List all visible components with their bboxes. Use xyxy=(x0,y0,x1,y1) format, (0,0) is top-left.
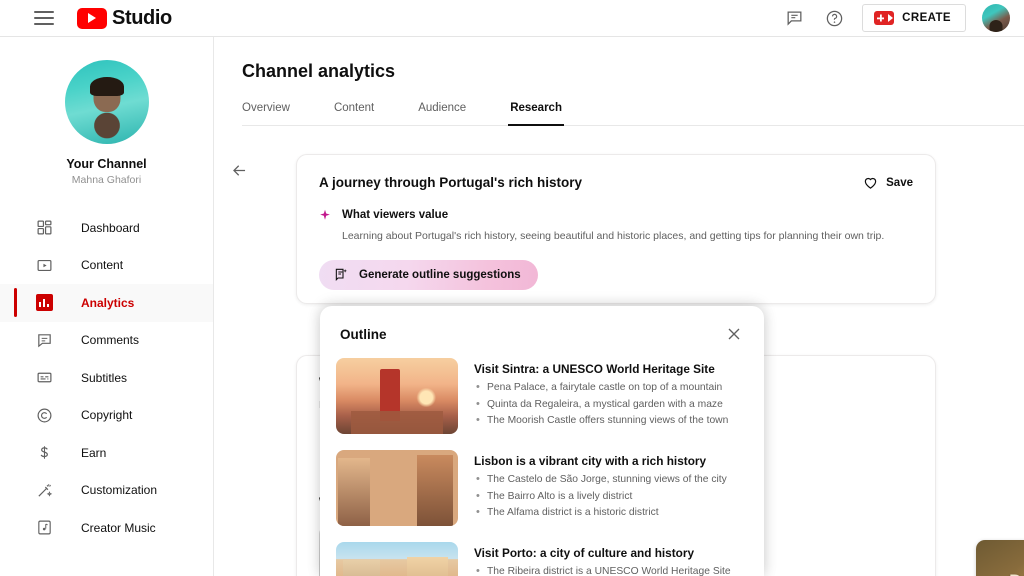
sidebar-label: Copyright xyxy=(81,408,132,422)
dashboard-grid-icon xyxy=(34,218,54,238)
sidebar-label: Dashboard xyxy=(81,221,140,235)
close-x-icon[interactable] xyxy=(724,324,744,344)
sidebar-label: Content xyxy=(81,258,123,272)
channel-owner-name: Mahna Ghafori xyxy=(0,174,213,186)
outline-section-heading: Visit Sintra: a UNESCO World Heritage Si… xyxy=(474,362,728,376)
insight-card: A journey through Portugal's rich histor… xyxy=(296,154,936,304)
video-camera-plus-icon xyxy=(874,11,894,25)
outline-section-body: Visit Porto: a city of culture and histo… xyxy=(474,542,731,576)
document-sparkle-icon xyxy=(333,267,349,283)
outline-bullet: The Bairro Alto is a lively district xyxy=(474,489,727,506)
outline-section-list: Visit Sintra: a UNESCO World Heritage Si… xyxy=(320,344,764,576)
studio-wordmark: Studio xyxy=(112,7,172,30)
sidebar-nav: Dashboard Content Analytics C xyxy=(0,209,213,547)
discover-line-1: DISCOVER xyxy=(976,570,1024,576)
sidebar-label: Creator Music xyxy=(81,521,156,535)
create-button[interactable]: CREATE xyxy=(862,4,966,32)
outline-bullet-list: The Castelo de São Jorge, stunning views… xyxy=(474,472,727,522)
outline-section[interactable]: Visit Porto: a city of culture and histo… xyxy=(336,542,748,576)
video-content-icon xyxy=(34,255,54,275)
help-question-icon[interactable] xyxy=(822,6,846,30)
copyright-icon xyxy=(34,405,54,425)
sidebar-item-subtitles[interactable]: Subtitles xyxy=(0,359,213,397)
create-button-label: CREATE xyxy=(902,12,951,24)
top-bar-actions: CREATE xyxy=(782,4,1010,32)
heart-outline-icon xyxy=(862,174,879,191)
tab-content[interactable]: Content xyxy=(334,98,374,125)
pena-palace-sintra-thumbnail xyxy=(336,358,458,434)
outline-bullet: The Alfama district is a historic distri… xyxy=(474,505,727,522)
sidebar-label: Analytics xyxy=(81,296,134,310)
outline-section-body: Visit Sintra: a UNESCO World Heritage Si… xyxy=(474,358,728,434)
youtube-studio-logo[interactable]: Studio xyxy=(77,7,172,30)
outline-bullet: Quinta da Regaleira, a mystical garden w… xyxy=(474,397,728,414)
outline-bullet: The Moorish Castle offers stunning views… xyxy=(474,413,728,430)
save-button[interactable]: Save xyxy=(862,174,913,191)
what-viewers-value-label: What viewers value xyxy=(342,209,448,221)
outline-section-heading: Lisbon is a vibrant city with a rich his… xyxy=(474,454,727,468)
tab-research[interactable]: Research xyxy=(510,98,562,125)
dollar-sign-icon xyxy=(34,443,54,463)
sidebar-item-earn[interactable]: Earn xyxy=(0,434,213,472)
sidebar-item-content[interactable]: Content xyxy=(0,247,213,285)
channel-avatar[interactable] xyxy=(65,60,149,144)
music-note-icon xyxy=(34,518,54,538)
sidebar-label: Comments xyxy=(81,333,139,347)
generate-outline-suggestions-button[interactable]: Generate outline suggestions xyxy=(319,260,538,290)
outline-section[interactable]: Lisbon is a vibrant city with a rich his… xyxy=(336,450,748,526)
save-button-label: Save xyxy=(886,177,913,189)
outline-panel-header: Outline xyxy=(320,306,764,344)
sidebar-label: Subtitles xyxy=(81,371,127,385)
porto-buildings-thumbnail xyxy=(336,542,458,576)
insight-card-header: A journey through Portugal's rich histor… xyxy=(319,175,913,191)
outline-bullet: The Ribeira district is a UNESCO World H… xyxy=(474,564,731,576)
channel-header: Your Channel Mahna Ghafori xyxy=(0,37,213,186)
account-avatar[interactable] xyxy=(982,4,1010,32)
generate-button-label: Generate outline suggestions xyxy=(359,269,521,281)
insight-title: A journey through Portugal's rich histor… xyxy=(319,175,862,190)
sidebar-item-comments[interactable]: Comments xyxy=(0,322,213,360)
channel-title: Your Channel xyxy=(0,157,213,171)
sidebar-label: Earn xyxy=(81,446,106,460)
sparkle-icon xyxy=(319,209,331,221)
subtitles-icon xyxy=(34,368,54,388)
outline-panel: Outline Visit Sintra: a UNESCO World Her… xyxy=(320,306,764,576)
discover-portugal-text: DISCOVER PORTUGAL xyxy=(976,570,1024,576)
outline-section[interactable]: Visit Sintra: a UNESCO World Heritage Si… xyxy=(336,358,748,434)
outline-bullet-list: The Ribeira district is a UNESCO World H… xyxy=(474,564,731,576)
sidebar: Your Channel Mahna Ghafori Dashboard Con… xyxy=(0,37,214,576)
sidebar-item-creator-music[interactable]: Creator Music xyxy=(0,509,213,547)
tab-overview[interactable]: Overview xyxy=(242,98,290,125)
sidebar-item-analytics[interactable]: Analytics xyxy=(0,284,213,322)
what-viewers-value-description: Learning about Portugal's rich history, … xyxy=(342,229,913,244)
sidebar-label: Customization xyxy=(81,483,157,497)
analytics-bar-icon xyxy=(34,293,54,313)
outline-section-heading: Visit Porto: a city of culture and histo… xyxy=(474,546,731,560)
youtube-play-icon xyxy=(77,8,107,29)
sidebar-item-customization[interactable]: Customization xyxy=(0,472,213,510)
top-app-bar: Studio CREATE xyxy=(0,0,1024,37)
feedback-icon[interactable] xyxy=(782,6,806,30)
magic-wand-icon xyxy=(34,480,54,500)
lisbon-street-sunset-thumbnail xyxy=(336,450,458,526)
what-viewers-value-row: What viewers value xyxy=(319,209,913,221)
outline-bullet: Pena Palace, a fairytale castle on top o… xyxy=(474,380,728,397)
discover-portugal-thumbnail[interactable]: DISCOVER PORTUGAL xyxy=(976,540,1024,576)
outline-bullet: The Castelo de São Jorge, stunning views… xyxy=(474,472,727,489)
tab-audience[interactable]: Audience xyxy=(418,98,466,125)
outline-section-body: Lisbon is a vibrant city with a rich his… xyxy=(474,450,727,526)
outline-panel-title: Outline xyxy=(340,327,724,342)
page-title: Channel analytics xyxy=(242,61,1024,82)
analytics-tabs: Overview Content Audience Research xyxy=(242,98,1024,126)
sidebar-item-dashboard[interactable]: Dashboard xyxy=(0,209,213,247)
hamburger-menu-icon[interactable] xyxy=(34,11,54,25)
outline-bullet-list: Pena Palace, a fairytale castle on top o… xyxy=(474,380,728,430)
comment-bubble-icon xyxy=(34,330,54,350)
back-arrow-icon[interactable] xyxy=(226,157,252,183)
sidebar-item-copyright[interactable]: Copyright xyxy=(0,397,213,435)
